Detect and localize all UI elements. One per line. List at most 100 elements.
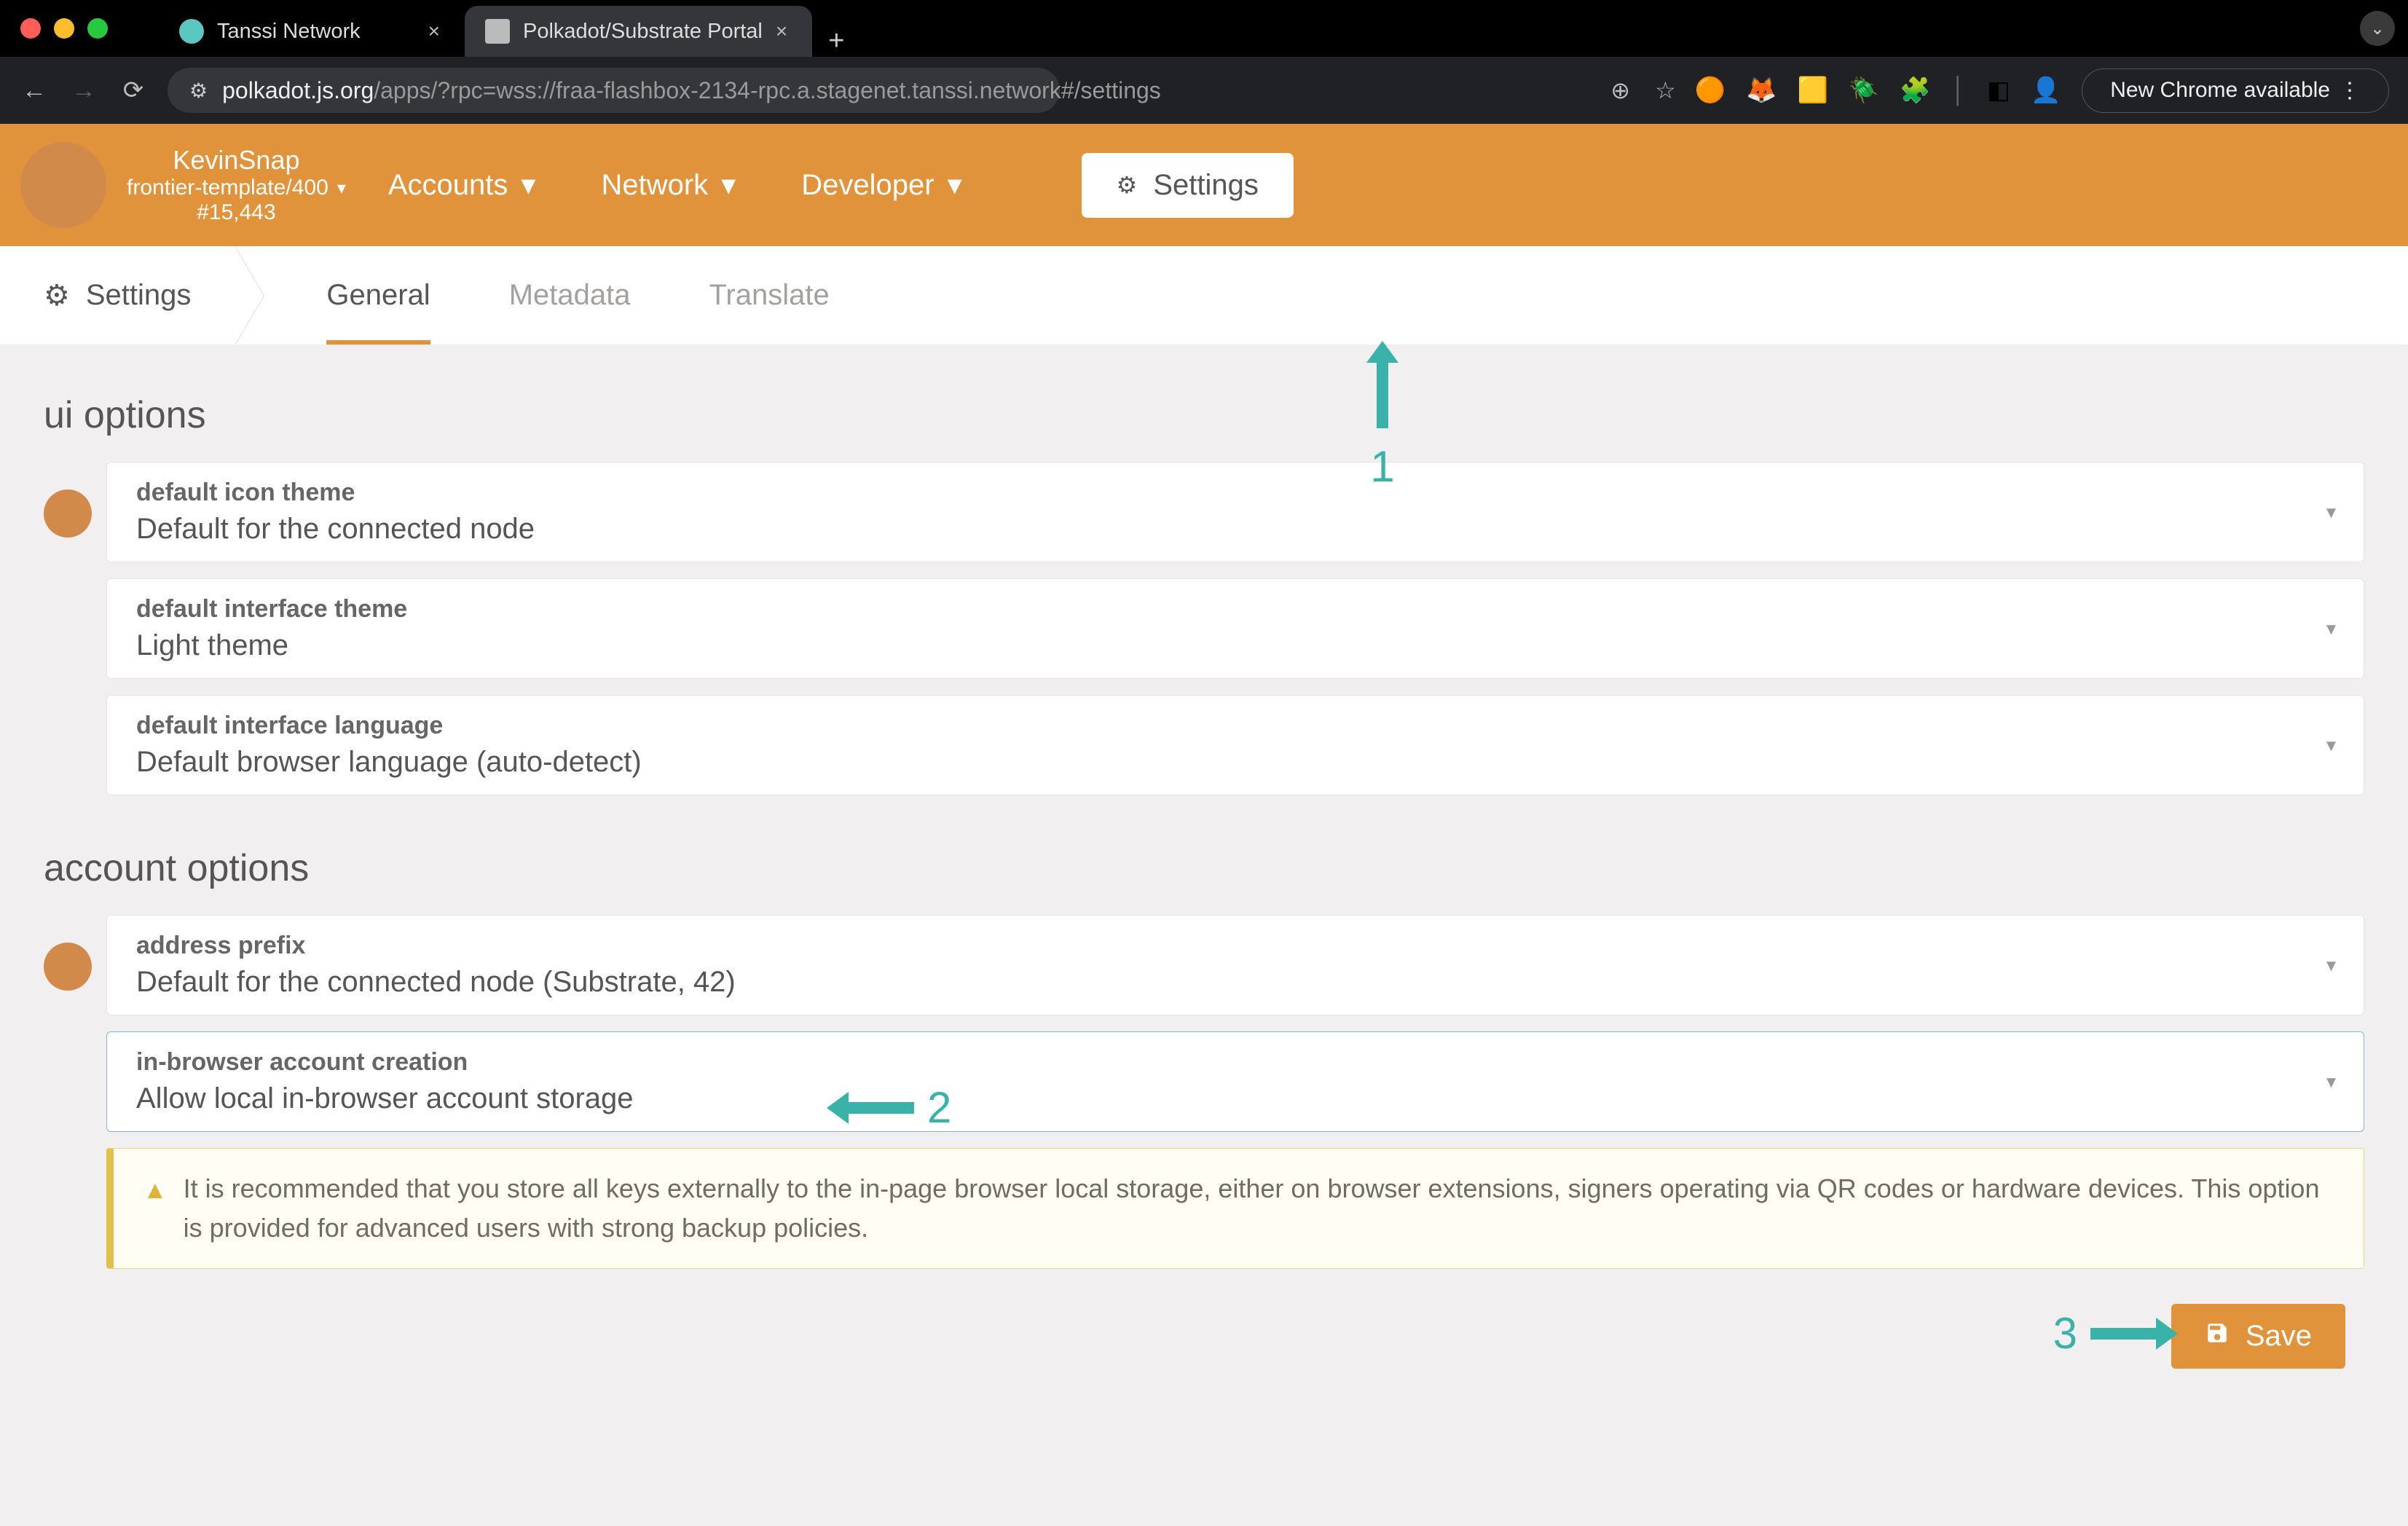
tab-label: Metadata <box>509 279 631 312</box>
new-tab-button[interactable]: + <box>812 25 860 57</box>
chevron-down-icon: ▾ <box>2326 734 2336 757</box>
select-account-creation[interactable]: in-browser account creation Allow local … <box>106 1031 2364 1132</box>
url-text: polkadot.js.org/apps/?rpc=wss://fraa-fla… <box>222 77 1161 104</box>
chevron-down-icon: ▾ <box>2326 501 2336 524</box>
annotation-number: 3 <box>2053 1308 2077 1358</box>
nav-developer[interactable]: Developer ▾ <box>801 168 961 202</box>
subnav-tabs: General Metadata Translate <box>326 246 829 345</box>
minimize-window-button[interactable] <box>54 18 74 39</box>
identicon-icon <box>44 489 92 538</box>
select-address-prefix[interactable]: address prefix Default for the connected… <box>106 915 2364 1015</box>
tab-translate[interactable]: Translate <box>709 246 829 345</box>
chevron-down-icon: ▾ <box>721 168 736 202</box>
primary-nav: Accounts ▾ Network ▾ Developer ▾ ⚙ Setti… <box>388 153 1294 218</box>
select-value: Light theme <box>136 629 2334 662</box>
bookmark-icon[interactable]: ☆ <box>1655 76 1676 104</box>
site-info-icon[interactable]: ⚙ <box>189 79 208 103</box>
nav-network[interactable]: Network ▾ <box>601 168 736 202</box>
close-window-button[interactable] <box>20 18 41 39</box>
tab-close-icon[interactable]: × <box>776 20 787 43</box>
zoom-icon[interactable]: ⊕ <box>1610 76 1630 104</box>
tab-general[interactable]: General <box>326 246 430 345</box>
maximize-window-button[interactable] <box>87 18 108 39</box>
chain-logo-icon[interactable] <box>20 142 106 228</box>
nav-label: Settings <box>1153 169 1259 202</box>
back-button[interactable]: ← <box>19 75 50 106</box>
browser-tab-polkadot[interactable]: Polkadot/Substrate Portal × <box>465 6 812 57</box>
omnibox-actions: ⊕ ☆ <box>1610 76 1676 104</box>
subnav-root[interactable]: ⚙ Settings <box>44 246 235 345</box>
chevron-down-icon: ▾ <box>337 178 346 199</box>
select-value: Allow local in-browser account storage <box>136 1082 2334 1115</box>
nav-accounts[interactable]: Accounts ▾ <box>388 168 536 202</box>
select-label: default interface theme <box>136 595 2334 624</box>
annotation-number: 2 <box>927 1082 951 1133</box>
favicon-icon <box>485 19 510 44</box>
select-language[interactable]: default interface language Default brows… <box>106 695 2364 795</box>
select-interface-theme[interactable]: default interface theme Light theme ▾ <box>106 578 2364 679</box>
row-account-creation: in-browser account creation Allow local … <box>44 1031 2364 1132</box>
annotation-number: 1 <box>1370 441 1394 492</box>
warning-banner: ▲ It is recommended that you store all k… <box>106 1148 2364 1269</box>
chevron-down-icon: ▾ <box>2326 954 2336 977</box>
chrome-update-button[interactable]: New Chrome available ⋮ <box>2082 68 2389 113</box>
row-icon-theme: default icon theme Default for the conne… <box>44 462 2364 562</box>
nav-settings[interactable]: ⚙ Settings <box>1082 153 1294 218</box>
nav-label: Accounts <box>388 169 508 202</box>
chevron-down-icon: ▾ <box>2326 618 2336 640</box>
save-row: Save <box>44 1304 2345 1369</box>
extension-icon[interactable]: 🟠 <box>1695 76 1726 105</box>
save-icon <box>2205 1320 2230 1353</box>
divider-icon: │ <box>1951 76 1966 105</box>
url-field[interactable]: ⚙ polkadot.js.org/apps/?rpc=wss://fraa-f… <box>168 68 1060 113</box>
tabs-overflow-button[interactable]: ⌄ <box>2360 11 2395 46</box>
annotation-2: 2 <box>827 1082 951 1133</box>
nav-label: Network <box>601 169 708 202</box>
favicon-icon <box>179 19 204 44</box>
block-number: #15,443 <box>127 200 346 225</box>
chain-spec: frontier-template/400 <box>127 176 328 200</box>
identicon-icon <box>44 943 92 991</box>
warning-icon: ▲ <box>143 1172 168 1248</box>
select-icon-theme[interactable]: default icon theme Default for the conne… <box>106 462 2364 562</box>
nav-label: Developer <box>801 169 934 202</box>
row-language: default interface language Default brows… <box>44 695 2364 795</box>
section-ui-options-title: ui options <box>44 393 2364 437</box>
arrow-left-icon <box>827 1092 914 1124</box>
save-label: Save <box>2246 1320 2312 1353</box>
extension-icon[interactable]: 🟨 <box>1797 76 1827 105</box>
chrome-menu-icon: ⋮ <box>2339 78 2361 103</box>
extensions-area: 🟠 🦊 🟨 🪲 🧩 │ ◧ 👤 New Chrome available ⋮ <box>1695 68 2389 113</box>
row-interface-theme: default interface theme Light theme ▾ <box>44 578 2364 679</box>
select-value: Default for the connected node (Substrat… <box>136 966 2334 999</box>
panel-icon[interactable]: ◧ <box>1987 76 2010 105</box>
section-account-options-title: account options <box>44 846 2364 890</box>
breadcrumb-pointer-icon <box>235 246 264 345</box>
forward-button[interactable]: → <box>68 75 99 106</box>
url-path: /apps/?rpc=wss://fraa-flashbox-2134-rpc.… <box>374 77 1161 103</box>
reload-button[interactable]: ⟳ <box>118 75 149 106</box>
url-host: polkadot.js.org <box>222 77 374 103</box>
profile-avatar-icon[interactable]: 👤 <box>2031 76 2061 105</box>
extension-icon[interactable]: 🦊 <box>1746 76 1777 105</box>
app-navbar: KevinSnap frontier-template/400 ▾ #15,44… <box>0 124 2408 246</box>
select-value: Default browser language (auto-detect) <box>136 746 2334 779</box>
arrow-right-icon <box>2090 1318 2178 1350</box>
subnav-root-label: Settings <box>86 279 192 312</box>
chevron-down-icon: ▾ <box>948 168 962 202</box>
mac-titlebar: Tanssi Network × Polkadot/Substrate Port… <box>0 0 2408 57</box>
select-value: Default for the connected node <box>136 513 2334 546</box>
browser-tab-tanssi[interactable]: Tanssi Network × <box>159 6 465 57</box>
extensions-menu-icon[interactable]: 🧩 <box>1900 76 1930 105</box>
select-label: address prefix <box>136 932 2334 960</box>
select-label: default interface language <box>136 712 2334 740</box>
tab-label: General <box>326 279 430 312</box>
select-label: in-browser account creation <box>136 1048 2334 1077</box>
extension-icon[interactable]: 🪲 <box>1849 76 1879 105</box>
tab-close-icon[interactable]: × <box>428 20 440 43</box>
select-label: default icon theme <box>136 479 2334 507</box>
chrome-update-label: New Chrome available <box>2110 78 2330 103</box>
save-button[interactable]: Save <box>2171 1304 2345 1369</box>
tab-metadata[interactable]: Metadata <box>509 246 631 345</box>
chain-selector[interactable]: KevinSnap frontier-template/400 ▾ #15,44… <box>127 145 346 225</box>
